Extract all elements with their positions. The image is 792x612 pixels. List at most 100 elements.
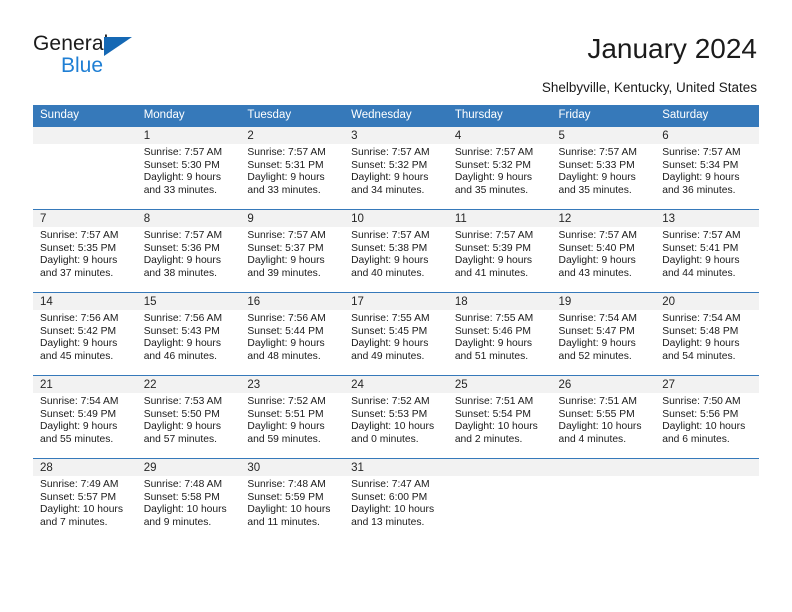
generalblue-logo[interactable]: General Blue bbox=[33, 32, 253, 82]
daylight-text-line1: Daylight: 9 hours bbox=[40, 421, 118, 433]
sunset-text: Sunset: 5:39 PM bbox=[454, 242, 531, 254]
day-number: 13 bbox=[655, 210, 759, 227]
day-sun-info: Sunrise: 7:57 AM Sunset: 5:32 PM Daylight:… bbox=[344, 144, 448, 197]
daylight-text-line1: Daylight: 9 hours bbox=[247, 255, 325, 267]
sunset-text: Sunset: 5:51 PM bbox=[247, 408, 324, 420]
calendar-day-cell[interactable]: 15 Sunrise: 7:56 AM Sunset: 5:43 PM Dayligh… bbox=[136, 292, 241, 376]
calendar-day-cell[interactable]: 6 Sunrise: 7:57 AM Sunset: 5:34 PM Daylight… bbox=[655, 126, 759, 210]
day-sun-info: Sunrise: 7:57 AM Sunset: 5:34 PM Daylight:… bbox=[655, 144, 759, 197]
calendar-day-cell[interactable]: 20 Sunrise: 7:54 AM Sunset: 5:48 PM Dayligh… bbox=[655, 292, 759, 376]
daylight-text-line2: and 48 minutes. bbox=[247, 350, 321, 362]
calendar-day-cell[interactable]: 7 Sunrise: 7:57 AM Sunset: 5:35 PM Daylight… bbox=[33, 209, 137, 293]
daylight-text-line2: and 41 minutes. bbox=[454, 267, 529, 279]
day-sun-info: Sunrise: 7:49 AM Sunset: 5:57 PM Daylight:… bbox=[33, 476, 137, 529]
sunset-text: Sunset: 6:00 PM bbox=[351, 491, 428, 503]
calendar-day-cell[interactable]: 17 Sunrise: 7:55 AM Sunset: 5:45 PM Dayligh… bbox=[344, 292, 448, 376]
sunrise-text: Sunrise: 7:48 AM bbox=[143, 479, 223, 490]
calendar-day-cell[interactable]: 29 Sunrise: 7:48 AM Sunset: 5:58 PM Dayligh… bbox=[136, 458, 241, 541]
calendar-day-cell[interactable]: 16 Sunrise: 7:56 AM Sunset: 5:44 PM Dayligh… bbox=[240, 292, 345, 376]
sunset-text: Sunset: 5:46 PM bbox=[454, 325, 531, 337]
day-number: 3 bbox=[344, 127, 448, 144]
day-sun-info: Sunrise: 7:55 AM Sunset: 5:45 PM Daylight:… bbox=[344, 310, 448, 363]
calendar-day-cell[interactable]: 22 Sunrise: 7:53 AM Sunset: 5:50 PM Dayligh… bbox=[136, 375, 241, 459]
day-sun-info: Sunrise: 7:57 AM Sunset: 5:39 PM Daylight:… bbox=[448, 227, 552, 280]
sunrise-text: Sunrise: 7:52 AM bbox=[351, 396, 430, 407]
day-cell: 23 Sunrise: 7:52 AM Sunset: 5:51 PM Dayligh… bbox=[240, 376, 345, 458]
calendar-day-cell[interactable]: 23 Sunrise: 7:52 AM Sunset: 5:51 PM Dayligh… bbox=[240, 375, 345, 459]
daylight-text-line2: and 34 minutes. bbox=[351, 184, 425, 196]
day-number: 11 bbox=[447, 210, 552, 227]
day-number: 16 bbox=[240, 293, 345, 310]
calendar-day-cell[interactable]: 18 Sunrise: 7:55 AM Sunset: 5:46 PM Dayligh… bbox=[447, 292, 552, 376]
day-cell: 3 Sunrise: 7:57 AM Sunset: 5:32 PM Daylight… bbox=[344, 127, 448, 209]
weekday-header-thursday: Thursday bbox=[447, 105, 552, 127]
day-number: 24 bbox=[344, 376, 448, 393]
calendar-day-cell[interactable]: 25 Sunrise: 7:51 AM Sunset: 5:54 PM Dayligh… bbox=[447, 375, 552, 459]
sunset-text: Sunset: 5:53 PM bbox=[351, 408, 428, 420]
day-number: 10 bbox=[344, 210, 448, 227]
calendar-day-cell[interactable] bbox=[33, 126, 137, 210]
daylight-text-line1: Daylight: 9 hours bbox=[351, 255, 429, 267]
daylight-text-line1: Daylight: 9 hours bbox=[454, 255, 533, 267]
calendar-day-cell[interactable]: 5 Sunrise: 7:57 AM Sunset: 5:33 PM Daylight… bbox=[551, 126, 656, 210]
calendar-day-cell[interactable]: 11 Sunrise: 7:57 AM Sunset: 5:39 PM Dayligh… bbox=[447, 209, 552, 293]
calendar-day-cell[interactable] bbox=[655, 458, 759, 541]
sunset-text: Sunset: 5:50 PM bbox=[143, 408, 220, 420]
daylight-text-line1: Daylight: 9 hours bbox=[143, 338, 221, 350]
calendar-day-cell[interactable]: 2 Sunrise: 7:57 AM Sunset: 5:31 PM Daylight… bbox=[240, 126, 345, 210]
calendar-day-cell[interactable]: 26 Sunrise: 7:51 AM Sunset: 5:55 PM Dayligh… bbox=[551, 375, 656, 459]
calendar-day-cell[interactable]: 27 Sunrise: 7:50 AM Sunset: 5:56 PM Dayligh… bbox=[655, 375, 759, 459]
calendar-day-cell[interactable] bbox=[447, 458, 552, 541]
calendar-day-cell[interactable] bbox=[551, 458, 656, 541]
calendar-day-cell[interactable]: 28 Sunrise: 7:49 AM Sunset: 5:57 PM Dayligh… bbox=[33, 458, 137, 541]
day-sun-info: Sunrise: 7:48 AM Sunset: 5:58 PM Daylight:… bbox=[137, 476, 241, 529]
sunrise-text: Sunrise: 7:57 AM bbox=[351, 230, 430, 241]
sunset-text: Sunset: 5:55 PM bbox=[558, 408, 635, 420]
calendar-day-cell[interactable]: 3 Sunrise: 7:57 AM Sunset: 5:32 PM Daylight… bbox=[344, 126, 448, 210]
calendar-day-cell[interactable]: 12 Sunrise: 7:57 AM Sunset: 5:40 PM Dayligh… bbox=[551, 209, 656, 293]
daylight-text-line1: Daylight: 9 hours bbox=[247, 172, 325, 184]
day-number: 25 bbox=[447, 376, 552, 393]
day-number: 7 bbox=[33, 210, 137, 227]
calendar-week-row: 1 Sunrise: 7:57 AM Sunset: 5:30 PM Daylight… bbox=[33, 126, 759, 210]
calendar-day-cell[interactable]: 9 Sunrise: 7:57 AM Sunset: 5:37 PM Daylight… bbox=[240, 209, 345, 293]
daylight-text-line1: Daylight: 9 hours bbox=[247, 338, 325, 350]
day-cell: 6 Sunrise: 7:57 AM Sunset: 5:34 PM Daylight… bbox=[655, 127, 759, 209]
calendar-day-cell[interactable]: 30 Sunrise: 7:48 AM Sunset: 5:59 PM Dayligh… bbox=[240, 458, 345, 541]
day-sun-info: Sunrise: 7:57 AM Sunset: 5:35 PM Daylight:… bbox=[33, 227, 137, 280]
calendar-day-cell[interactable]: 13 Sunrise: 7:57 AM Sunset: 5:41 PM Dayligh… bbox=[655, 209, 759, 293]
calendar-day-cell[interactable]: 10 Sunrise: 7:57 AM Sunset: 5:38 PM Dayligh… bbox=[344, 209, 448, 293]
page-subtitle-location: Shelbyville, Kentucky, United States bbox=[541, 80, 757, 95]
sunrise-text: Sunrise: 7:51 AM bbox=[454, 396, 534, 407]
calendar-day-cell[interactable]: 21 Sunrise: 7:54 AM Sunset: 5:49 PM Dayligh… bbox=[33, 375, 137, 459]
day-number: 5 bbox=[551, 127, 656, 144]
calendar-day-cell[interactable]: 19 Sunrise: 7:54 AM Sunset: 5:47 PM Dayligh… bbox=[551, 292, 656, 376]
day-number: 21 bbox=[33, 376, 137, 393]
calendar-body: 1 Sunrise: 7:57 AM Sunset: 5:30 PM Daylight… bbox=[33, 126, 759, 541]
day-cell: 30 Sunrise: 7:48 AM Sunset: 5:59 PM Dayligh… bbox=[240, 459, 345, 541]
daylight-text-line1: Daylight: 10 hours bbox=[662, 421, 746, 433]
day-number: 31 bbox=[344, 459, 448, 476]
calendar-day-cell[interactable]: 1 Sunrise: 7:57 AM Sunset: 5:30 PM Daylight… bbox=[136, 126, 241, 210]
calendar-day-cell[interactable]: 14 Sunrise: 7:56 AM Sunset: 5:42 PM Dayligh… bbox=[33, 292, 137, 376]
day-sun-info: Sunrise: 7:57 AM Sunset: 5:30 PM Daylight:… bbox=[137, 144, 241, 197]
logo-triangle-icon bbox=[104, 37, 132, 56]
weekday-header-monday: Monday bbox=[136, 105, 241, 127]
calendar-day-cell[interactable]: 8 Sunrise: 7:57 AM Sunset: 5:36 PM Daylight… bbox=[136, 209, 241, 293]
daylight-text-line1: Daylight: 9 hours bbox=[558, 338, 636, 350]
calendar-week-row: 7 Sunrise: 7:57 AM Sunset: 5:35 PM Daylight… bbox=[33, 209, 759, 293]
sunset-text: Sunset: 5:41 PM bbox=[662, 242, 739, 254]
day-sun-info: Sunrise: 7:57 AM Sunset: 5:33 PM Daylight:… bbox=[552, 144, 656, 197]
weekday-header-tuesday: Tuesday bbox=[240, 105, 345, 127]
calendar-day-cell[interactable]: 24 Sunrise: 7:52 AM Sunset: 5:53 PM Dayligh… bbox=[344, 375, 448, 459]
day-sun-info: Sunrise: 7:53 AM Sunset: 5:50 PM Daylight:… bbox=[137, 393, 241, 446]
daylight-text-line2: and 36 minutes. bbox=[662, 184, 736, 196]
day-cell: 11 Sunrise: 7:57 AM Sunset: 5:39 PM Dayligh… bbox=[447, 210, 552, 292]
day-sun-info: Sunrise: 7:56 AM Sunset: 5:42 PM Daylight:… bbox=[33, 310, 137, 363]
sunrise-text: Sunrise: 7:49 AM bbox=[40, 479, 119, 490]
calendar-day-cell[interactable]: 4 Sunrise: 7:57 AM Sunset: 5:32 PM Daylight… bbox=[447, 126, 552, 210]
calendar-page: General Blue January 2024 Shelbyville, K… bbox=[0, 0, 792, 612]
sunrise-text: Sunrise: 7:55 AM bbox=[454, 313, 534, 324]
calendar-day-cell[interactable]: 31 Sunrise: 7:47 AM Sunset: 6:00 PM Dayligh… bbox=[344, 458, 448, 541]
daylight-text-line2: and 51 minutes. bbox=[454, 350, 529, 362]
